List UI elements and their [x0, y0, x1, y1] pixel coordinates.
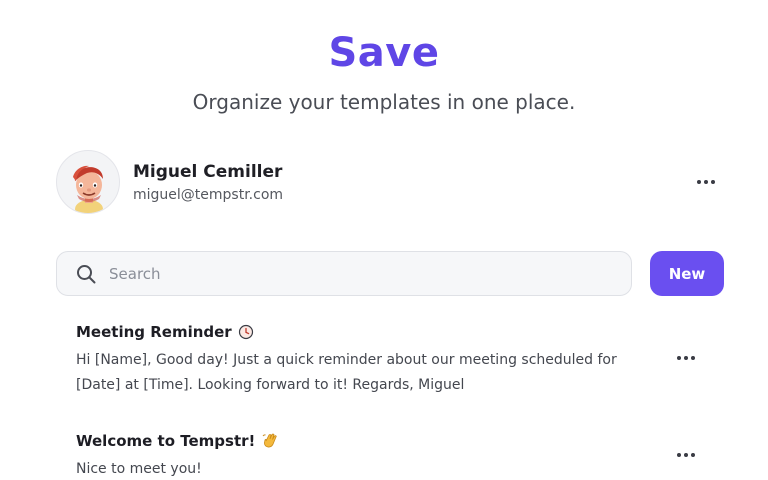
user-avatar-icon	[73, 165, 103, 213]
profile-card: Miguel Cemiller miguel@tempstr.com	[56, 150, 720, 216]
template-more-icon[interactable]	[672, 445, 700, 465]
clock-icon	[238, 324, 253, 340]
profile-name: Miguel Cemiller	[133, 162, 283, 182]
search-input[interactable]	[109, 252, 609, 295]
template-title: Welcome to Tempstr!	[76, 432, 256, 450]
template-item[interactable]: Welcome to Tempstr! Nice to meet you!	[76, 431, 716, 480]
page-title: Save	[328, 30, 440, 76]
template-item[interactable]: Meeting Reminder Hi [Name], Good day! Ju…	[76, 322, 716, 398]
template-body: Hi [Name], Good day! Just a quick remind…	[76, 352, 617, 393]
search-icon	[77, 265, 96, 284]
new-template-button[interactable]: New	[650, 251, 724, 296]
search-bar	[56, 251, 632, 296]
avatar[interactable]	[56, 150, 120, 214]
template-title: Meeting Reminder	[76, 323, 232, 341]
profile-more-icon[interactable]	[692, 172, 720, 192]
profile-email: miguel@tempstr.com	[133, 187, 284, 203]
page-subtitle: Organize your templates in one place.	[192, 90, 576, 114]
template-body: Nice to meet you!	[76, 461, 202, 477]
template-more-icon[interactable]	[672, 348, 700, 368]
waving-hand-icon	[262, 433, 278, 448]
